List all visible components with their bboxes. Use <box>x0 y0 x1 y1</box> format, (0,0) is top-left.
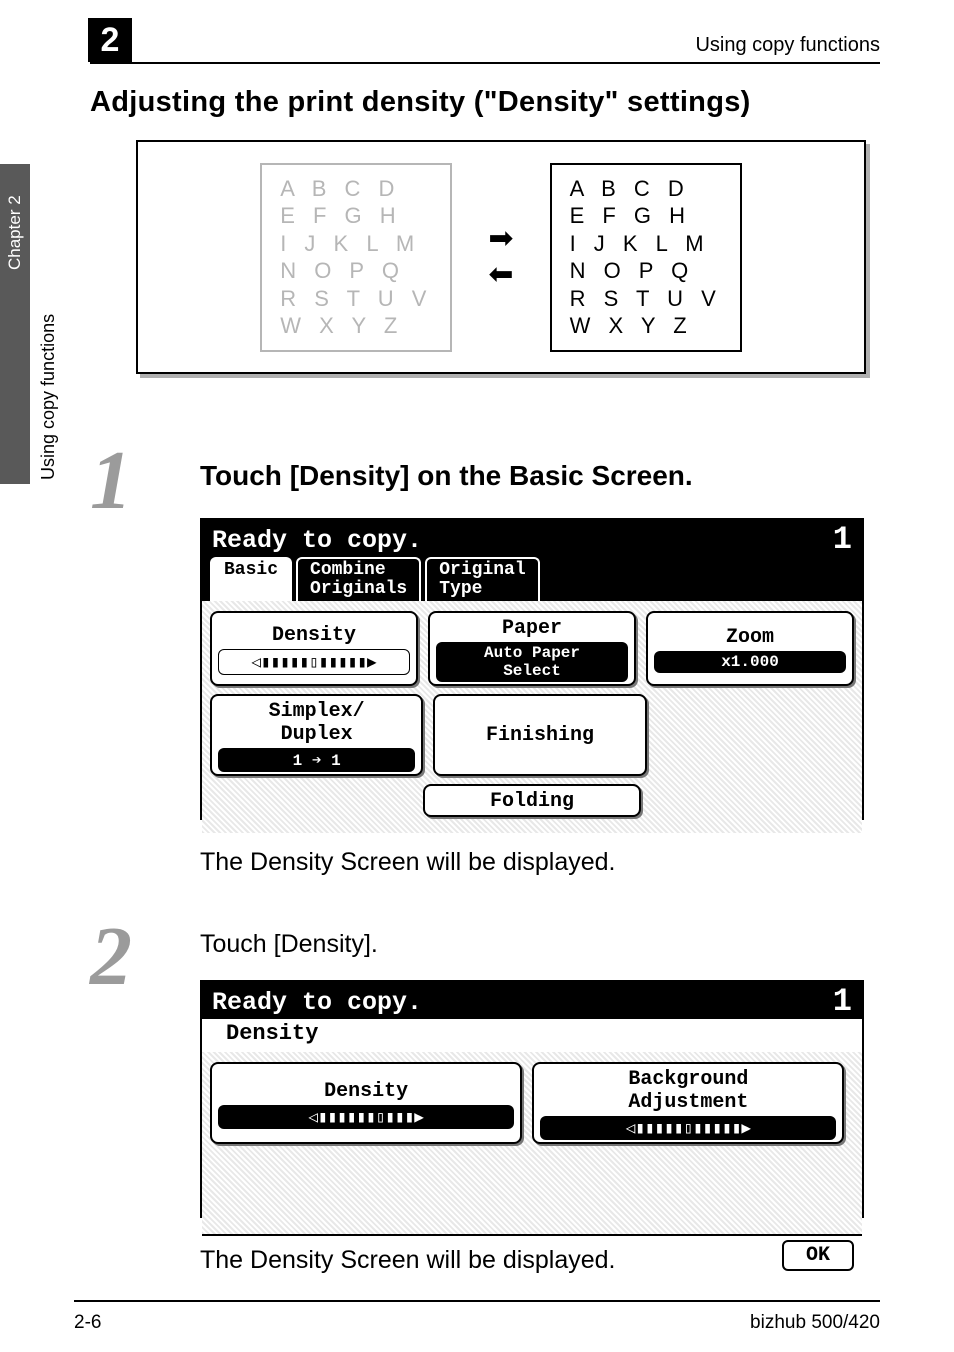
sidebar-chapter-label: Chapter 2 <box>5 195 25 270</box>
empty-cell <box>651 784 854 817</box>
background-adjust-label: Background Adjustment <box>540 1068 836 1114</box>
step-1-title: Touch [Density] on the Basic Screen. <box>200 460 693 492</box>
density-adjust-indicator: ◁▮▮▮▮▮▮▯▮▮▮▶ <box>218 1105 514 1129</box>
illustration-arrows: ➡ ⬅ <box>488 224 513 290</box>
lcd2-copy-count: 1 <box>833 988 852 1017</box>
footer-page-number: 2-6 <box>74 1312 101 1334</box>
finishing-button-label: Finishing <box>441 724 638 747</box>
step-2-after-text: The Density Screen will be displayed. <box>200 1246 615 1275</box>
simplex-duplex-label: Simplex/ Duplex <box>218 700 415 746</box>
lcd2-status: Ready to copy. <box>212 988 422 1017</box>
lcd1-status: Ready to copy. <box>212 526 422 555</box>
lcd1-body: Density ◁▮▮▮▮▮▯▮▮▮▮▮▶ Paper Auto Paper S… <box>202 601 862 833</box>
empty-cell <box>210 784 413 817</box>
tab-combine-originals[interactable]: Combine Originals <box>296 557 421 601</box>
illus-light-line: A B C D <box>280 175 432 203</box>
illus-dark-line: E F G H <box>570 202 722 230</box>
tab-basic[interactable]: Basic <box>210 557 292 601</box>
simplex-duplex-value: 1 ➔ 1 <box>218 748 415 772</box>
density-illustration: A B C D E F G H I J K L M N O P Q R S T … <box>136 140 866 374</box>
illus-dark-line: R S T U V <box>570 285 722 313</box>
lcd-basic-screen: Ready to copy. 1 Basic Combine Originals… <box>200 518 864 820</box>
density-level-indicator: ◁▮▮▮▮▮▯▮▮▮▮▮▶ <box>218 649 410 675</box>
zoom-button[interactable]: Zoom x1.000 <box>646 611 854 686</box>
paper-button-label: Paper <box>436 617 628 640</box>
illustration-page-light: A B C D E F G H I J K L M N O P Q R S T … <box>260 163 452 352</box>
header-rule <box>90 62 880 64</box>
lcd-density-screen: Ready to copy. 1 Density Density ◁▮▮▮▮▮▮… <box>200 980 864 1218</box>
illus-dark-line: N O P Q <box>570 257 722 285</box>
step-number-2: 2 <box>90 908 160 1005</box>
finishing-button[interactable]: Finishing <box>433 694 646 776</box>
footer-model: bizhub 500/420 <box>750 1312 880 1334</box>
ok-button[interactable]: OK <box>782 1240 854 1271</box>
zoom-button-value: x1.000 <box>654 651 846 673</box>
lcd2-screen-title: Density <box>202 1019 862 1052</box>
illus-dark-line: A B C D <box>570 175 722 203</box>
illus-dark-line: I J K L M <box>570 230 722 258</box>
lcd1-header: Ready to copy. 1 <box>202 520 862 557</box>
paper-button-value: Auto Paper Select <box>436 642 628 682</box>
density-adjust-button[interactable]: Density ◁▮▮▮▮▮▮▯▮▮▮▶ <box>210 1062 522 1144</box>
tab-original-type[interactable]: Original Type <box>425 557 539 601</box>
background-adjust-button[interactable]: Background Adjustment ◁▮▮▮▮▮▯▮▮▮▮▮▶ <box>532 1062 844 1144</box>
lcd2-header: Ready to copy. 1 <box>202 982 862 1019</box>
step-1-after-text: The Density Screen will be displayed. <box>200 848 615 877</box>
density-button[interactable]: Density ◁▮▮▮▮▮▯▮▮▮▮▮▶ <box>210 611 418 686</box>
simplex-duplex-button[interactable]: Simplex/ Duplex 1 ➔ 1 <box>210 694 423 776</box>
density-adjust-label: Density <box>218 1080 514 1103</box>
step-number-1: 1 <box>90 432 160 529</box>
lcd1-tabs: Basic Combine Originals Original Type <box>202 557 862 601</box>
illus-light-line: N O P Q <box>280 257 432 285</box>
header-right-text: Using copy functions <box>695 34 880 57</box>
step-2-title: Touch [Density]. <box>200 930 378 959</box>
paper-button[interactable]: Paper Auto Paper Select <box>428 611 636 686</box>
illus-dark-line: W X Y Z <box>570 312 722 340</box>
arrow-right-icon: ➡ <box>488 224 513 254</box>
folding-button-label: Folding <box>431 790 634 813</box>
lcd1-copy-count: 1 <box>833 526 852 555</box>
zoom-button-label: Zoom <box>654 626 846 649</box>
illus-light-line: R S T U V <box>280 285 432 313</box>
illus-light-line: W X Y Z <box>280 312 432 340</box>
folding-button[interactable]: Folding <box>423 784 642 817</box>
illus-light-line: E F G H <box>280 202 432 230</box>
empty-cell <box>657 694 854 776</box>
footer-rule <box>74 1300 880 1302</box>
illustration-page-dark: A B C D E F G H I J K L M N O P Q R S T … <box>550 163 742 352</box>
chapter-badge: 2 <box>88 18 132 62</box>
arrow-left-icon: ⬅ <box>488 260 513 290</box>
lcd2-body: Density ◁▮▮▮▮▮▮▯▮▮▮▶ Background Adjustme… <box>202 1052 862 1234</box>
illus-light-line: I J K L M <box>280 230 432 258</box>
density-button-label: Density <box>218 624 410 647</box>
section-heading: Adjusting the print density ("Density" s… <box>90 86 751 119</box>
background-adjust-indicator: ◁▮▮▮▮▮▯▮▮▮▮▮▶ <box>540 1116 836 1140</box>
